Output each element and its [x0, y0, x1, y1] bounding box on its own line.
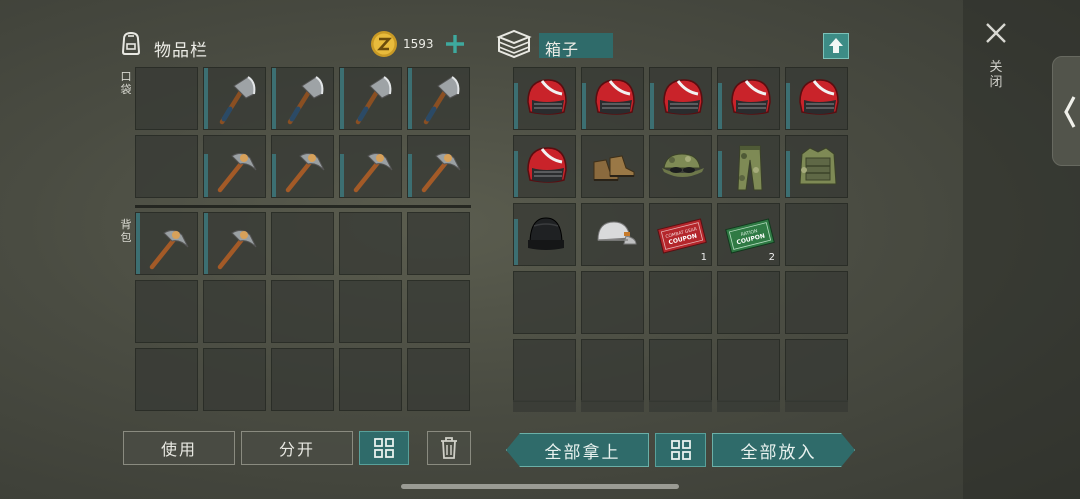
put-all-label: 全部放入 [740, 442, 817, 463]
item-slot-pickaxe[interactable] [135, 212, 198, 275]
grid-sort-icon [374, 438, 394, 458]
item-slot-helmet[interactable] [513, 67, 576, 130]
box-icon [496, 28, 532, 60]
empty-slot[interactable] [581, 271, 644, 334]
item-slot-pickaxe[interactable] [203, 135, 266, 198]
item-slot-coupon-red[interactable]: COMBAT GEAR COUPON 1 [649, 203, 712, 266]
empty-slot[interactable] [513, 271, 576, 334]
item-slot-helmet[interactable] [649, 67, 712, 130]
arrow-up-icon [829, 38, 843, 53]
section-label-backpack: 背包 [120, 218, 132, 244]
close-button[interactable]: 关闭 [983, 20, 1011, 100]
empty-slot[interactable] [271, 280, 334, 343]
sort-inventory-button[interactable] [359, 431, 409, 465]
empty-slot[interactable] [271, 348, 334, 411]
box-title: 箱子 [539, 33, 613, 59]
item-slot-helmet[interactable] [581, 67, 644, 130]
item-slot-hatchet[interactable] [407, 67, 470, 130]
trash-icon [441, 437, 457, 459]
upload-button[interactable] [823, 33, 849, 59]
box-grid-overflow-row [513, 400, 849, 412]
item-slot-cap-white[interactable] [581, 203, 644, 266]
trash-button[interactable] [427, 431, 471, 465]
section-label-pocket: 口袋 [120, 70, 132, 96]
sort-box-button[interactable] [655, 433, 706, 467]
item-slot-beanie[interactable] [513, 203, 576, 266]
empty-slot[interactable] [135, 135, 198, 198]
item-slot-pickaxe[interactable] [203, 212, 266, 275]
empty-slot[interactable] [649, 271, 712, 334]
item-slot-hatchet[interactable] [271, 67, 334, 130]
chevron-left-icon [1064, 96, 1076, 128]
item-slot-helmet[interactable] [717, 67, 780, 130]
empty-slot[interactable] [717, 339, 780, 402]
inventory-title: 物品栏 [154, 41, 208, 61]
side-tab-button[interactable] [1052, 56, 1080, 166]
backpack-icon [118, 30, 144, 56]
item-slot-vest-camo[interactable] [785, 135, 848, 198]
empty-slot[interactable] [339, 212, 402, 275]
item-slot-boots[interactable] [581, 135, 644, 198]
empty-slot[interactable] [785, 271, 848, 334]
item-slot-helmet[interactable] [513, 135, 576, 198]
empty-slot[interactable] [649, 339, 712, 402]
empty-slot[interactable] [203, 348, 266, 411]
item-slot-coupon-green[interactable]: RATION COUPON 2 [717, 203, 780, 266]
item-quantity: 2 [768, 252, 775, 263]
backpack-grid [135, 212, 470, 411]
item-slot-pickaxe[interactable] [339, 135, 402, 198]
empty-slot[interactable] [339, 280, 402, 343]
empty-slot[interactable] [785, 339, 848, 402]
plus-icon [446, 35, 464, 53]
grid-sort-icon [670, 440, 691, 460]
add-currency-button[interactable] [444, 33, 466, 55]
item-slot-hatchet[interactable] [339, 67, 402, 130]
take-all-button[interactable]: 全部拿上 [506, 433, 649, 467]
empty-slot[interactable] [339, 348, 402, 411]
split-button[interactable]: 分开 [241, 431, 353, 465]
item-slot-pickaxe[interactable] [271, 135, 334, 198]
empty-slot[interactable] [407, 348, 470, 411]
empty-slot[interactable] [135, 348, 198, 411]
empty-slot[interactable] [407, 212, 470, 275]
item-slot-pants-camo[interactable] [717, 135, 780, 198]
use-button[interactable]: 使用 [123, 431, 235, 465]
box-grid: COMBAT GEAR COUPON 1 RATION COUPON 2 [513, 67, 848, 402]
put-all-button[interactable]: 全部放入 [712, 433, 855, 467]
empty-slot[interactable] [203, 280, 266, 343]
close-label: 关闭 [989, 60, 1003, 90]
empty-slot[interactable] [271, 212, 334, 275]
empty-slot[interactable] [135, 280, 198, 343]
inventory-divider [135, 205, 471, 208]
empty-slot[interactable] [135, 67, 198, 130]
item-quantity: 1 [700, 252, 707, 263]
take-all-label: 全部拿上 [544, 442, 621, 463]
empty-slot[interactable] [513, 339, 576, 402]
close-icon [986, 23, 1006, 43]
empty-slot[interactable] [407, 280, 470, 343]
empty-slot[interactable] [785, 203, 848, 266]
item-slot-pickaxe[interactable] [407, 135, 470, 198]
currency-amount: 1593 [403, 37, 434, 51]
item-slot-helmet[interactable] [785, 67, 848, 130]
item-slot-hatchet[interactable] [203, 67, 266, 130]
empty-slot[interactable] [581, 339, 644, 402]
empty-slot[interactable] [717, 271, 780, 334]
item-slot-cap-camo[interactable] [649, 135, 712, 198]
pocket-grid [135, 67, 470, 198]
home-indicator [401, 484, 679, 489]
coin-icon [370, 30, 398, 58]
